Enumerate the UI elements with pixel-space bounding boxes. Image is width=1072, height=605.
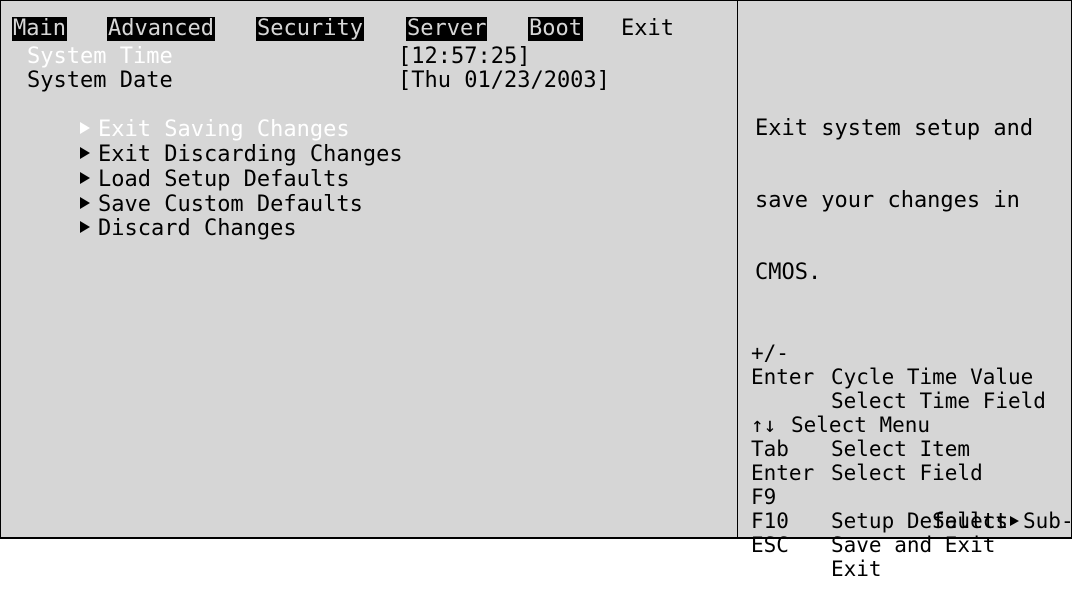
key-legend: +/- Cycle Time Value Enter Select Time F…: [751, 317, 1072, 581]
key-description: Select Time Field: [831, 389, 1046, 413]
key-row: ESC Exit: [751, 509, 882, 581]
tab-boot[interactable]: Boot: [528, 17, 583, 41]
key-row: F10 Save and Exit: [751, 485, 995, 557]
tab-main[interactable]: Main: [12, 17, 67, 41]
system-time-label[interactable]: System Time: [27, 45, 173, 69]
bios-screen: Main Advanced Security Server Boot Exit …: [0, 0, 1072, 581]
bottom-border: [1, 537, 1071, 538]
menu-item-discard-changes[interactable]: Discard Changes: [27, 193, 297, 265]
tab-exit[interactable]: Exit: [620, 17, 675, 41]
key-row: Enter SelectSub-Menu: [751, 437, 1072, 533]
key-description: Select Item: [831, 437, 971, 461]
pane-divider: [737, 1, 738, 538]
help-text: Exit system setup and save your changes …: [755, 69, 1033, 333]
key-row: ↑↓ Select Item: [751, 389, 970, 461]
submenu-arrow-icon: [1010, 516, 1020, 526]
tab-advanced[interactable]: Advanced: [107, 17, 215, 41]
key-description: Select Field: [831, 461, 983, 485]
menu-item-label: Discard Changes: [97, 216, 297, 241]
help-line: Exit system setup and: [755, 116, 1034, 141]
submenu-arrow-icon: [79, 221, 90, 233]
key-description-post: Sub-Menu: [1023, 509, 1072, 533]
help-line: CMOS.: [755, 260, 822, 285]
system-date-label[interactable]: System Date: [27, 69, 173, 93]
system-time-value[interactable]: [12:57:25]: [398, 45, 530, 69]
key-description: Cycle Time Value: [831, 365, 1034, 389]
help-line: save your changes in: [755, 188, 1020, 213]
tab-server[interactable]: Server: [406, 17, 488, 41]
system-date-value[interactable]: [Thu 01/23/2003]: [398, 69, 610, 93]
key-row: +/- Cycle Time Value: [751, 317, 1033, 389]
key-description: Setup Defaults: [831, 509, 1009, 533]
tab-security[interactable]: Security: [256, 17, 364, 41]
key-row: Enter Select Time Field: [751, 341, 1046, 413]
key-row: Select Menu: [751, 365, 930, 437]
key-row: Tab Select Field: [751, 413, 983, 485]
key-row: F9 Setup Defaults: [751, 461, 1008, 533]
key-description: Exit: [831, 557, 882, 581]
